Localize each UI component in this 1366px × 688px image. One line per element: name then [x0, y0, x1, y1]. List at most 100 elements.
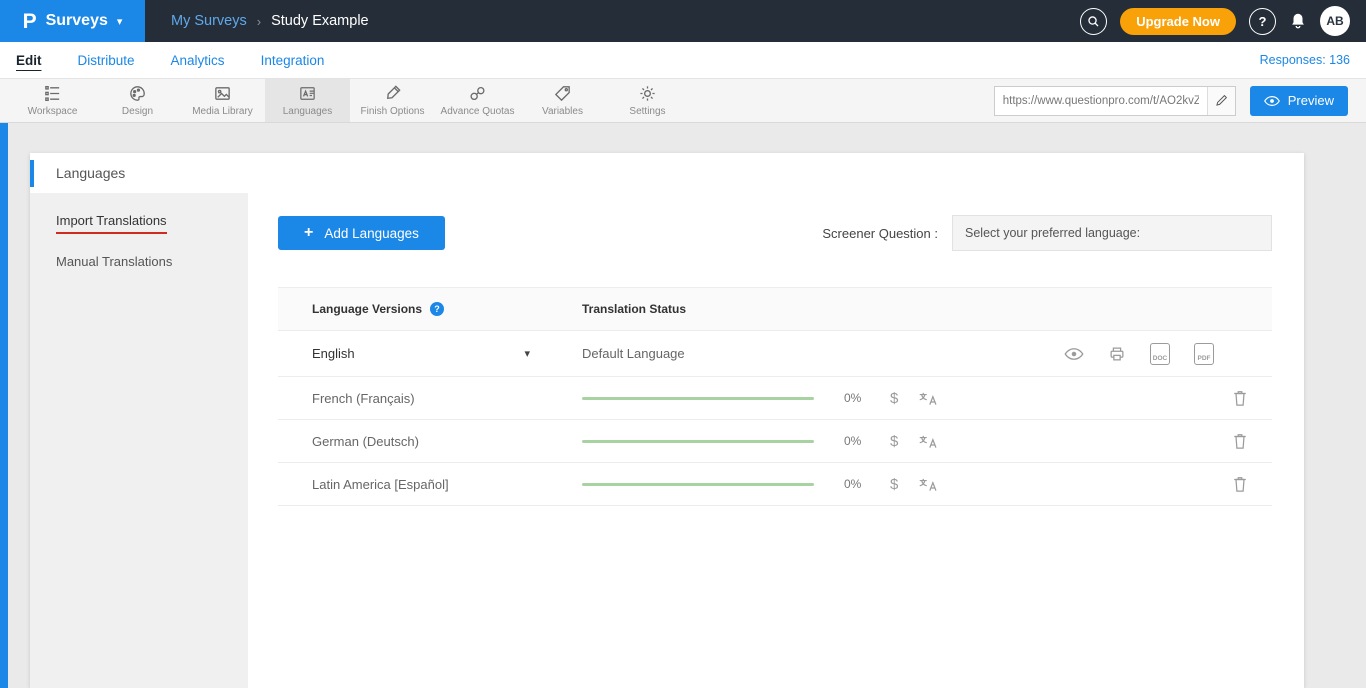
plus-icon: + [304, 224, 313, 242]
paid-translation-icon[interactable]: $ [890, 476, 898, 493]
status-cell: 0% $ [548, 475, 1272, 493]
panel-title: Languages [30, 153, 1304, 193]
column-translation-status: Translation Status [548, 302, 1272, 316]
toolbar-item-design[interactable]: Design [95, 79, 180, 122]
toolbar-item-advance-quotas[interactable]: Advance Quotas [435, 79, 520, 122]
print-icon[interactable] [1108, 345, 1126, 363]
delete-language-icon[interactable] [1232, 432, 1248, 450]
question-mark-icon: ? [1259, 14, 1267, 29]
notifications-button[interactable] [1289, 12, 1307, 30]
toolbar-item-finish-options[interactable]: Finish Options [350, 79, 435, 122]
languages-panel: Languages Import Translations Manual Tra… [30, 153, 1304, 688]
survey-url-input[interactable] [995, 87, 1207, 115]
toolbar-item-label: Finish Options [361, 106, 425, 117]
add-languages-button[interactable]: + Add Languages [278, 216, 445, 250]
responses-count-link[interactable]: Responses: 136 [1260, 53, 1350, 67]
toolbar-item-languages[interactable]: Languages [265, 79, 350, 122]
help-icon[interactable]: ? [430, 302, 444, 316]
pencil-icon [1215, 94, 1228, 107]
preview-label: Preview [1288, 93, 1334, 108]
auto-translate-icon[interactable] [918, 476, 939, 493]
language-row: German (Deutsch) 0% $ [278, 420, 1272, 463]
default-row-actions: DOC PDF [1064, 343, 1214, 365]
toolbar-item-workspace[interactable]: Workspace [10, 79, 95, 122]
tag-icon [553, 84, 572, 103]
column-language-versions: Language Versions ? [278, 302, 548, 316]
sidebar-item-manual-translations[interactable]: Manual Translations [30, 254, 248, 269]
survey-nav-tabs: Edit Distribute Analytics Integration Re… [0, 42, 1366, 79]
default-language-status: Default Language [582, 346, 685, 361]
questionpro-logo: P [23, 11, 37, 32]
tab-distribute[interactable]: Distribute [78, 53, 135, 68]
export-pdf-icon[interactable]: PDF [1194, 343, 1214, 365]
auto-translate-icon[interactable] [918, 390, 939, 407]
paid-translation-icon[interactable]: $ [890, 390, 898, 407]
toolbar-item-settings[interactable]: Settings [605, 79, 690, 122]
screener-question-group: Screener Question : Select your preferre… [822, 215, 1272, 251]
sidebar-item-label: Import Translations [56, 213, 167, 234]
column-label: Language Versions [312, 302, 422, 316]
toolbar-item-label: Advance Quotas [441, 106, 515, 117]
eye-icon [1264, 95, 1280, 107]
language-dropdown-caret[interactable]: ▾ [524, 347, 530, 360]
languages-main: + Add Languages Screener Question : Sele… [248, 193, 1304, 688]
breadcrumb-separator: › [257, 14, 261, 29]
upgrade-now-button[interactable]: Upgrade Now [1120, 8, 1236, 35]
languages-actions-row: + Add Languages Screener Question : Sele… [278, 215, 1272, 251]
help-button[interactable]: ? [1249, 8, 1276, 35]
toolbar-item-variables[interactable]: Variables [520, 79, 605, 122]
default-language-name: English [312, 346, 355, 361]
user-avatar[interactable]: AB [1320, 6, 1350, 36]
language-cell: English ▾ [278, 346, 548, 361]
language-cell: German (Deutsch) [278, 434, 548, 449]
auto-translate-icon[interactable] [918, 433, 939, 450]
product-name: Surveys [46, 12, 108, 30]
export-doc-icon[interactable]: DOC [1150, 343, 1170, 365]
translation-progress-bar [582, 440, 814, 443]
languages-sidebar: Import Translations Manual Translations [30, 193, 248, 688]
gear-icon [638, 84, 657, 103]
default-language-row: English ▾ Default Language DOC [278, 331, 1272, 377]
breadcrumb-link-my-surveys[interactable]: My Surveys [171, 13, 247, 29]
bell-icon [1289, 12, 1307, 30]
breadcrumb-current-survey: Study Example [271, 13, 369, 29]
tab-edit[interactable]: Edit [16, 53, 42, 68]
toolbar-item-label: Settings [629, 106, 665, 117]
status-cell: 0% $ [548, 389, 1272, 407]
tab-integration[interactable]: Integration [261, 53, 325, 68]
translation-progress-bar [582, 397, 814, 400]
tab-analytics[interactable]: Analytics [171, 53, 225, 68]
view-survey-icon[interactable] [1064, 347, 1084, 361]
delete-language-icon[interactable] [1232, 389, 1248, 407]
palette-icon [128, 84, 147, 103]
table-header: Language Versions ? Translation Status [278, 287, 1272, 331]
preview-button[interactable]: Preview [1250, 86, 1348, 116]
status-cell: Default Language DOC PDF [548, 343, 1272, 365]
language-cell: French (Français) [278, 391, 548, 406]
translation-progress-bar [582, 483, 814, 486]
language-name: Latin America [Español] [312, 477, 449, 492]
screener-question-select[interactable]: Select your preferred language: [952, 215, 1272, 251]
search-icon [1087, 15, 1100, 28]
edit-url-button[interactable] [1207, 87, 1235, 115]
sidebar-item-label: Manual Translations [56, 254, 172, 269]
language-name: French (Français) [312, 391, 415, 406]
translation-percent: 0% [844, 391, 870, 405]
language-row: Latin America [Español] 0% $ [278, 463, 1272, 506]
paid-translation-icon[interactable]: $ [890, 433, 898, 450]
toolbar-item-label: Workspace [28, 106, 78, 117]
surveys-product-dropdown[interactable]: P Surveys ▾ [0, 0, 145, 42]
topbar-actions: Upgrade Now ? AB [1080, 6, 1350, 36]
add-languages-label: Add Languages [324, 226, 419, 241]
toolbar-item-media-library[interactable]: Media Library [180, 79, 265, 122]
chain-link-icon [468, 84, 487, 103]
toolbar-item-label: Variables [542, 106, 583, 117]
brush-icon [383, 84, 402, 103]
search-button[interactable] [1080, 8, 1107, 35]
translation-percent: 0% [844, 434, 870, 448]
language-name: German (Deutsch) [312, 434, 419, 449]
sidebar-item-import-translations[interactable]: Import Translations [30, 213, 248, 228]
delete-language-icon[interactable] [1232, 475, 1248, 493]
edit-toolbar: Workspace Design Media Library Languages… [0, 79, 1366, 123]
caret-down-icon: ▾ [117, 15, 123, 28]
